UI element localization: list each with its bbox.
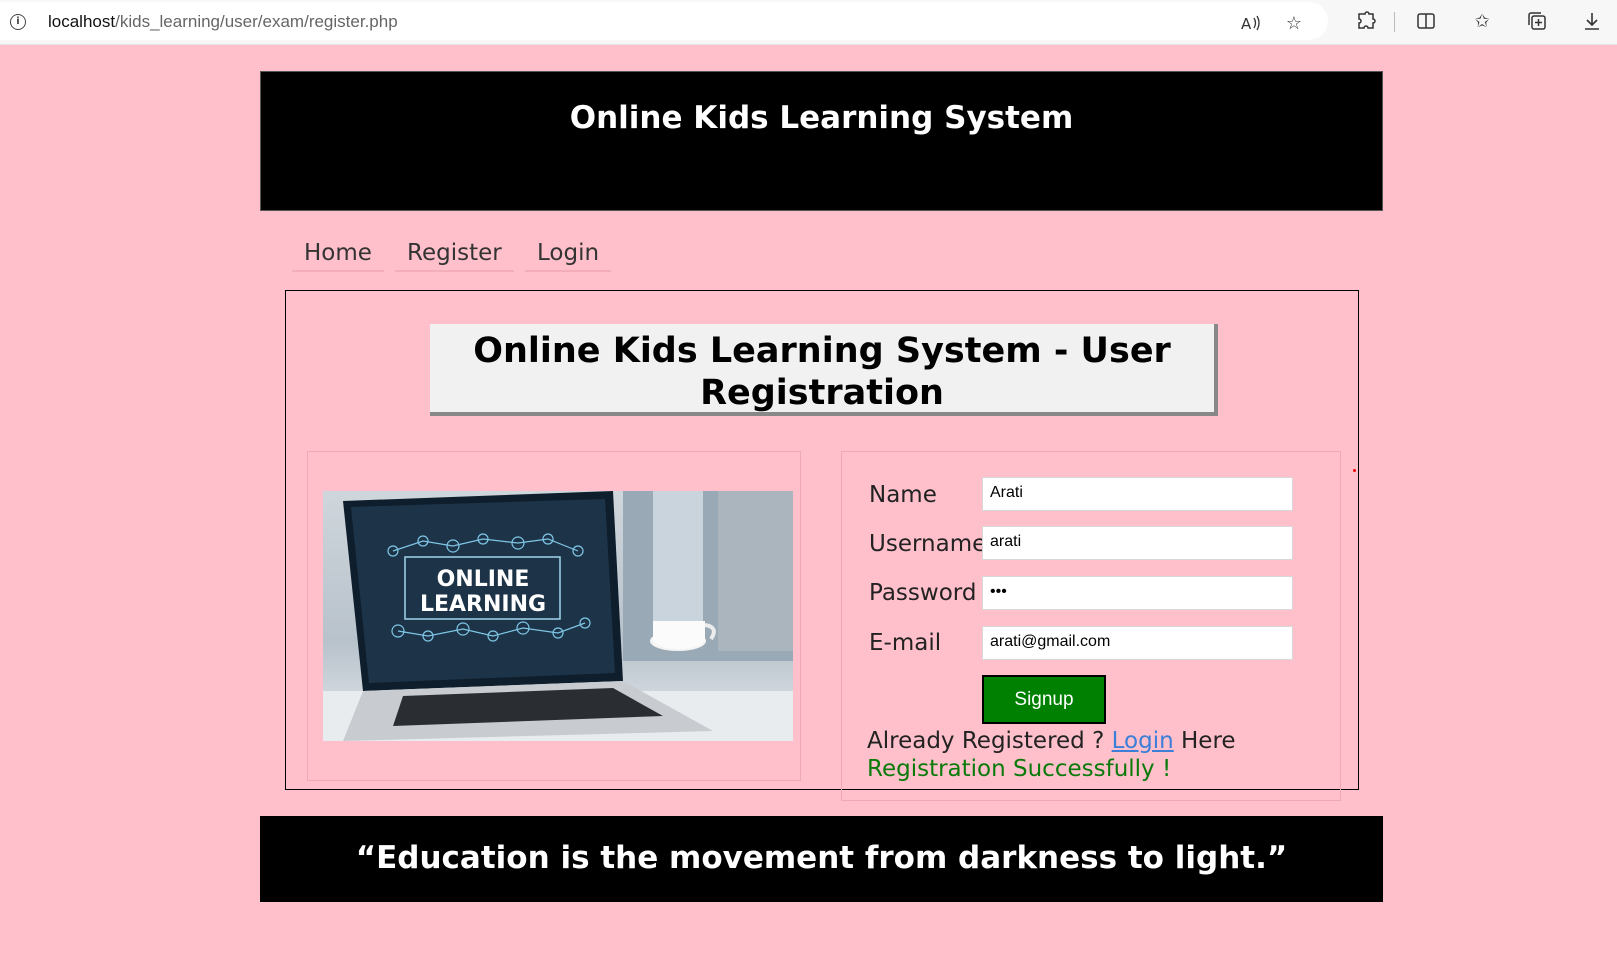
browser-toolbar: i localhost/kids_learning/user/exam/regi… (0, 0, 1617, 45)
registration-title: Online Kids Learning System - User Regis… (430, 324, 1218, 416)
signup-button[interactable]: Signup (982, 675, 1106, 724)
collections-icon[interactable] (1525, 10, 1549, 34)
download-icon[interactable] (1580, 10, 1604, 34)
username-label: Username (869, 531, 987, 557)
image-panel: ONLINE LEARNING (307, 451, 801, 781)
nav-home[interactable]: Home (292, 232, 384, 272)
success-message: Registration Successfully ! (867, 756, 1172, 782)
svg-text:A: A (1241, 15, 1252, 33)
email-label: E-mail (869, 630, 942, 656)
split-screen-icon[interactable] (1414, 10, 1438, 34)
url-text[interactable]: localhost/kids_learning/user/exam/regist… (48, 12, 398, 32)
site-header: Online Kids Learning System (260, 71, 1383, 211)
favorites-icon[interactable]: ✩ (1470, 10, 1494, 34)
read-aloud-icon[interactable]: A (1238, 12, 1262, 36)
nav-register[interactable]: Register (395, 232, 514, 272)
svg-text:LEARNING: LEARNING (420, 592, 546, 617)
stray-dot (1353, 469, 1356, 472)
site-footer: “Education is the movement from darkness… (260, 816, 1383, 902)
email-field[interactable]: arati@gmail.com (982, 626, 1293, 660)
favorite-star-icon[interactable]: ☆ (1282, 12, 1306, 36)
name-label: Name (869, 482, 937, 508)
password-label: Password (869, 580, 977, 606)
info-icon[interactable]: i (10, 14, 26, 30)
name-field[interactable]: Arati (982, 477, 1293, 511)
already-registered-text: Already Registered ? Login Here (867, 728, 1236, 754)
toolbar-divider (1394, 12, 1395, 32)
address-bar[interactable]: i localhost/kids_learning/user/exam/regi… (0, 2, 1328, 40)
footer-quote: “Education is the movement from darkness… (355, 840, 1288, 876)
registration-container: Online Kids Learning System - User Regis… (285, 290, 1359, 801)
extensions-icon[interactable] (1354, 10, 1378, 34)
svg-text:ONLINE: ONLINE (437, 567, 530, 592)
nav-login[interactable]: Login (525, 232, 612, 272)
password-field[interactable]: ••• (982, 576, 1293, 610)
username-field[interactable]: arati (982, 526, 1293, 560)
online-learning-image: ONLINE LEARNING (323, 491, 793, 741)
login-link[interactable]: Login (1112, 728, 1174, 754)
site-title: Online Kids Learning System (569, 100, 1074, 136)
registration-form: Name Arati Username arati Password ••• E… (841, 451, 1341, 801)
